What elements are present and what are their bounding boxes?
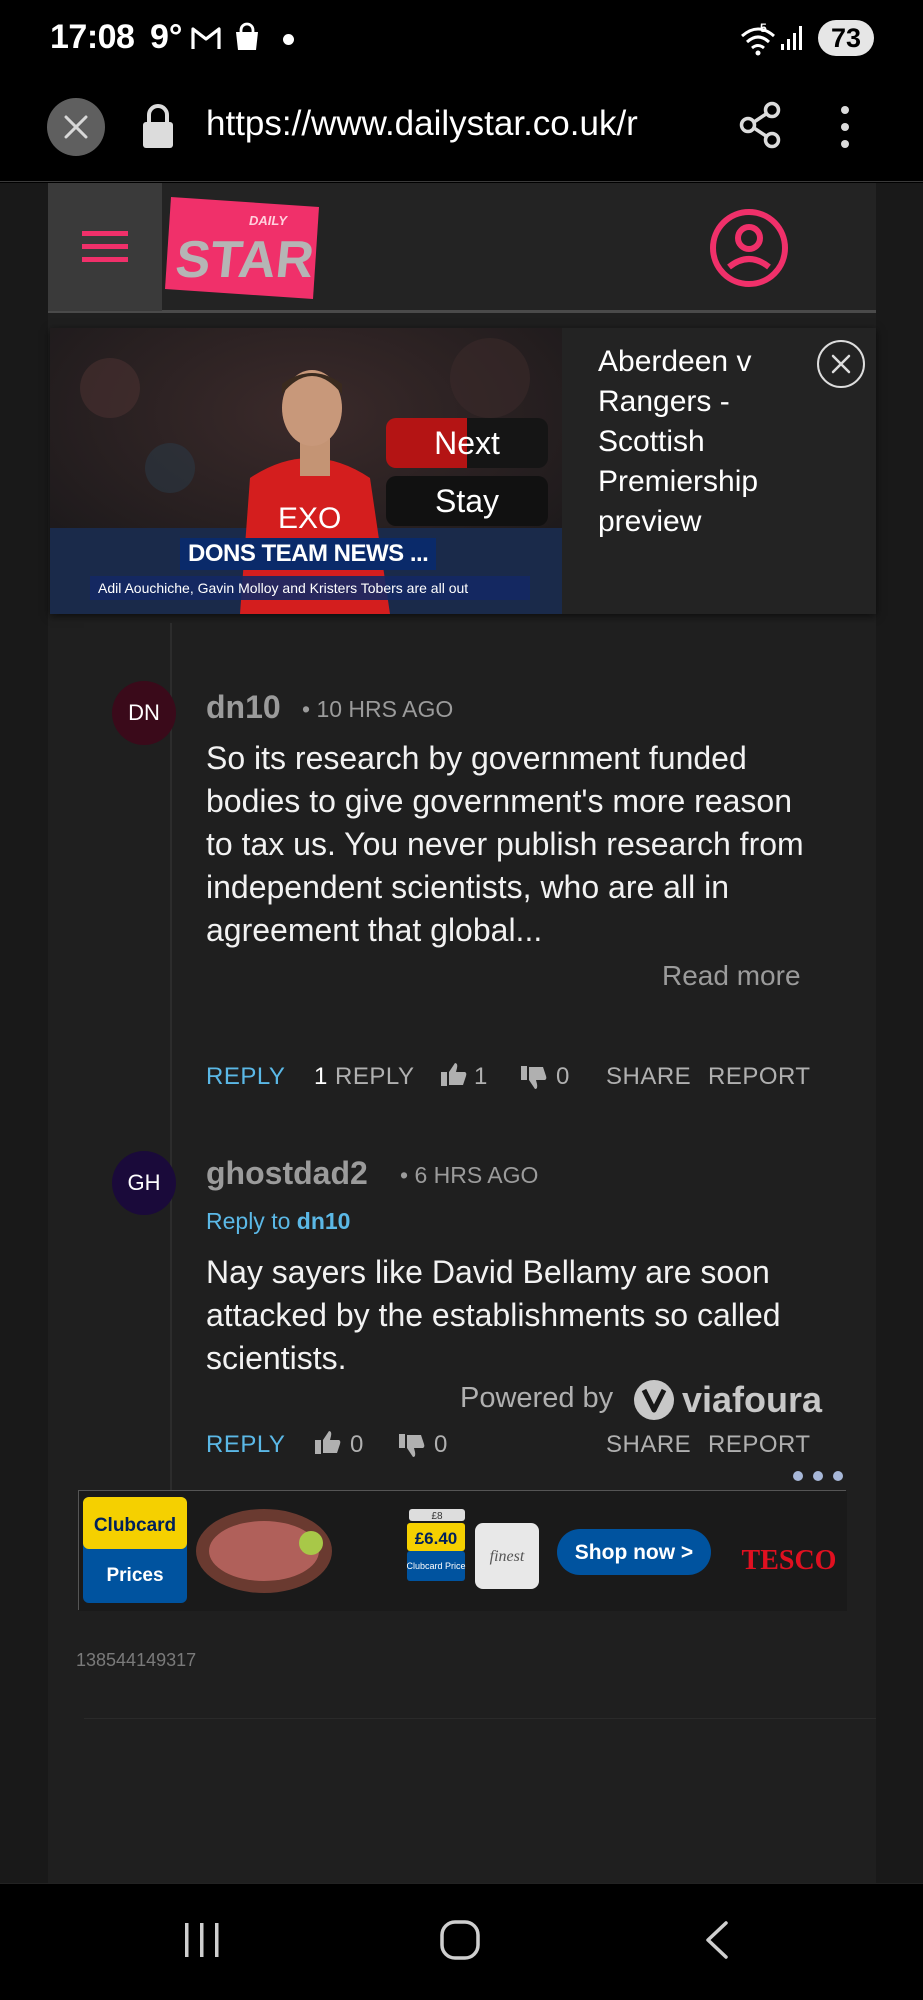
notification-dot	[283, 34, 294, 45]
web-page: DAILY STAR EXO Next Stay DONS TEAM NEWS …	[0, 183, 923, 1883]
powered-by-label: Powered by	[460, 1382, 614, 1414]
close-tab-button[interactable]	[47, 98, 105, 156]
svg-text:DAILY: DAILY	[249, 213, 288, 228]
url-bar[interactable]: https://www.dailystar.co.uk/r	[206, 104, 701, 150]
svg-text:Clubcard Price: Clubcard Price	[406, 1561, 465, 1571]
dislike-icon[interactable]	[520, 1065, 548, 1091]
player-photo: EXO	[50, 328, 562, 614]
comment-body: Nay sayers like David Bellamy are soon a…	[206, 1254, 781, 1376]
daily-star-logo[interactable]: DAILY STAR	[163, 193, 323, 301]
reply-to-text: Reply to	[206, 1208, 291, 1234]
like-count: 0	[350, 1431, 364, 1458]
more-options-icon[interactable]	[830, 102, 860, 152]
svg-text:Clubcard: Clubcard	[94, 1515, 176, 1536]
stay-button[interactable]: Stay	[386, 476, 548, 526]
ad-id-label: 138544149317	[76, 1650, 197, 1670]
thumbnail-headline: DONS TEAM NEWS ...	[180, 538, 437, 570]
share-button[interactable]: SHARE	[606, 1431, 691, 1459]
reply-to-user[interactable]: dn10	[297, 1208, 351, 1234]
home-icon[interactable]	[438, 1918, 482, 1962]
reply-to-label[interactable]: Reply to dn10	[206, 1208, 350, 1235]
viafoura-logo[interactable]: viafoura	[634, 1376, 836, 1424]
like-icon[interactable]	[440, 1061, 468, 1087]
thumbnail-caption: Adil Aouchiche, Gavin Molloy and Krister…	[90, 576, 530, 600]
report-button[interactable]: REPORT	[708, 1431, 811, 1459]
gmail-icon	[191, 27, 221, 49]
svg-text:£8: £8	[431, 1511, 443, 1522]
svg-text:Prices: Prices	[106, 1565, 163, 1586]
signal-icon	[781, 26, 802, 50]
comment-body: So its research by government funded bod…	[206, 740, 804, 948]
site-header: DAILY STAR	[48, 183, 876, 313]
ad-creative: Clubcard Prices £8 £6.40 Clubcard Price …	[79, 1491, 847, 1611]
shopping-bag-icon	[236, 22, 258, 50]
share-icon[interactable]	[736, 100, 784, 150]
close-icon	[64, 115, 88, 139]
like-icon[interactable]	[314, 1429, 342, 1455]
avatar[interactable]: GH	[112, 1151, 176, 1215]
tesco-ad-banner[interactable]: Clubcard Prices £8 £6.40 Clubcard Price …	[78, 1490, 847, 1611]
comment-timestamp: • 6 HRS AGO	[400, 1162, 539, 1188]
read-more-link[interactable]: Read more	[662, 960, 801, 992]
svg-text:STAR: STAR	[173, 231, 317, 289]
share-button[interactable]: SHARE	[606, 1063, 691, 1091]
status-time: 17:08	[50, 18, 135, 56]
system-nav-bar	[0, 1883, 923, 2000]
ad-options-icon[interactable]	[792, 1470, 844, 1482]
dislike-count: 0	[556, 1063, 570, 1090]
like-count: 1	[474, 1063, 488, 1090]
dislike-count: 0	[434, 1431, 448, 1458]
hamburger-icon	[82, 231, 128, 262]
close-icon	[831, 354, 851, 374]
video-thumbnail[interactable]: EXO Next Stay DONS TEAM NEWS ... Adil Ao…	[50, 328, 562, 614]
account-icon[interactable]	[708, 207, 790, 289]
svg-text:TESCO: TESCO	[742, 1545, 837, 1576]
status-bar: 17:08 9° 5 73	[0, 0, 923, 80]
svg-text:viafoura: viafoura	[682, 1379, 823, 1420]
status-temperature: 9°	[150, 18, 183, 56]
dislike-icon[interactable]	[398, 1433, 426, 1459]
avatar[interactable]: DN	[112, 681, 176, 745]
svg-text:EXO: EXO	[278, 502, 341, 535]
divider	[84, 1718, 876, 1719]
wifi-icon: 5	[741, 22, 775, 56]
video-title[interactable]: Aberdeen v Rangers - Scottish Premiershi…	[598, 342, 828, 542]
report-button[interactable]: REPORT	[708, 1063, 811, 1091]
reply-button[interactable]: REPLY	[206, 1063, 285, 1091]
close-video-button[interactable]	[817, 340, 865, 388]
svg-text:Shop now >: Shop now >	[575, 1541, 693, 1564]
view-replies-button[interactable]: 1 REPLY	[314, 1063, 414, 1091]
svg-text:£6.40: £6.40	[415, 1529, 458, 1548]
svg-text:5: 5	[760, 22, 767, 35]
video-player-card: EXO Next Stay DONS TEAM NEWS ... Adil Ao…	[50, 328, 876, 614]
recent-apps-icon[interactable]	[182, 1920, 222, 1960]
comment-timestamp: • 10 HRS AGO	[302, 696, 454, 722]
replies-label: REPLY	[335, 1063, 415, 1090]
comment-author[interactable]: dn10	[206, 689, 281, 726]
svg-text:finest: finest	[490, 1548, 525, 1565]
reply-button[interactable]: REPLY	[206, 1431, 285, 1459]
thread-line	[170, 623, 172, 1553]
next-video-button[interactable]: Next	[386, 418, 548, 468]
comment-author[interactable]: ghostdad2	[206, 1155, 368, 1192]
back-icon[interactable]	[702, 1920, 732, 1960]
lock-icon	[143, 104, 173, 148]
browser-toolbar: https://www.dailystar.co.uk/r	[0, 80, 923, 182]
replies-count: 1	[314, 1063, 328, 1090]
battery-indicator: 73	[818, 20, 874, 56]
hamburger-menu-button[interactable]	[48, 183, 162, 311]
